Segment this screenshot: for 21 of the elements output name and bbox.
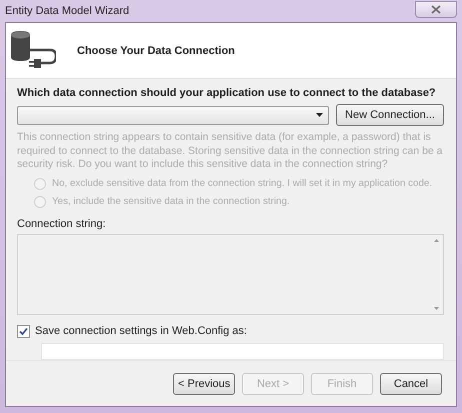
connection-dropdown[interactable] xyxy=(17,106,329,124)
radio-label: No, exclude sensitive data from the connection string. I will set it in my application code. xyxy=(52,178,432,189)
cancel-button[interactable]: Cancel xyxy=(380,372,442,394)
close-icon xyxy=(431,4,441,14)
checkbox[interactable] xyxy=(17,324,30,338)
checkmark-icon xyxy=(19,326,28,336)
caret-icon xyxy=(316,113,323,117)
radio-label: Yes, include the sensitive data in the connection string. xyxy=(52,196,290,207)
new-connection-button[interactable]: New Connection... xyxy=(336,104,444,126)
previous-button[interactable]: < Previous xyxy=(173,372,235,394)
question-text: Which data connection should your application use to connect to the database? xyxy=(17,87,437,99)
window-title: Entity Data Model Wizard xyxy=(5,5,130,17)
connection-string-label: Connection string: xyxy=(17,218,107,230)
close-button[interactable] xyxy=(415,0,457,18)
page-title: Choose Your Data Connection xyxy=(77,44,235,56)
scroll-up-icon[interactable] xyxy=(434,238,438,242)
checkbox-label: Save connection settings in Web.Config as: xyxy=(35,325,247,337)
connection-string-box[interactable] xyxy=(17,234,444,314)
input-field[interactable] xyxy=(41,342,444,360)
sensitive-data-message: This connection string appears to contain sensitive data (for example, a password) that is required to connect to the database. Storing sensitive data in the connection string can be a security risk. Do you want to include this sensitive data in the connection string? xyxy=(17,131,444,172)
scroll-down-icon[interactable] xyxy=(434,306,438,310)
